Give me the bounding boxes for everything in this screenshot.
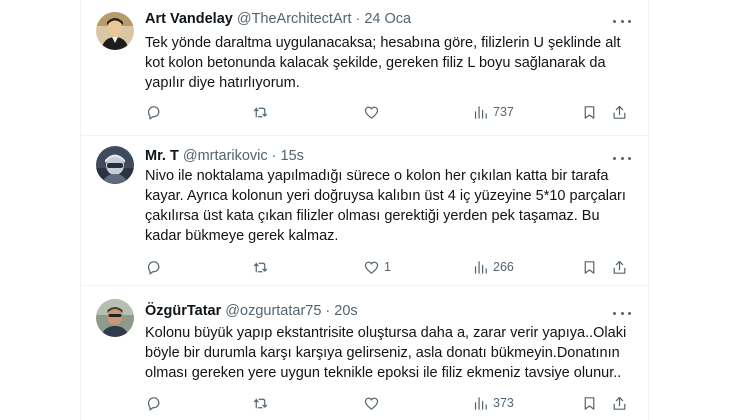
views-button[interactable]: 373 xyxy=(472,393,514,413)
retweet-button[interactable] xyxy=(252,257,269,277)
more-icon[interactable] xyxy=(613,306,631,320)
timestamp[interactable]: 15s xyxy=(281,148,304,164)
retweet-icon xyxy=(253,107,268,117)
reply-button[interactable] xyxy=(145,102,162,122)
view-count: 266 xyxy=(493,260,514,274)
view-count: 373 xyxy=(493,396,514,410)
reply-button[interactable] xyxy=(145,257,162,277)
like-button[interactable] xyxy=(363,102,384,122)
view-count: 737 xyxy=(493,105,514,119)
user-handle[interactable]: @TheArchitectArt xyxy=(237,11,352,27)
avatar[interactable] xyxy=(96,299,134,337)
tweet[interactable]: ÖzgürTatar @ozgurtatar75 · 20s Kolonu bü… xyxy=(81,286,648,420)
person-avatar-icon xyxy=(96,299,134,337)
tweet-text-line: kayar. Ayrıca kolonun yeri doğruysa kalı… xyxy=(145,188,626,204)
share-icon xyxy=(613,396,626,410)
separator: · xyxy=(271,148,277,164)
man-avatar-icon xyxy=(96,12,134,50)
avatar[interactable] xyxy=(96,146,134,184)
timestamp[interactable]: 24 Oca xyxy=(364,11,411,27)
bookmark-button[interactable] xyxy=(581,393,598,413)
display-name[interactable]: Art Vandelay xyxy=(145,11,233,27)
retweet-button[interactable] xyxy=(252,393,269,413)
bookmark-button[interactable] xyxy=(581,102,598,122)
tweet[interactable]: Art Vandelay @TheArchitectArt · 24 Oca T… xyxy=(81,0,648,135)
like-count: 1 xyxy=(384,260,391,274)
share-icon xyxy=(613,105,626,119)
retweet-button[interactable] xyxy=(252,102,269,122)
avatar[interactable] xyxy=(96,12,134,50)
share-button[interactable] xyxy=(611,257,628,277)
views-icon xyxy=(474,260,487,274)
tweet[interactable]: Mr. T @mrtarikovic · 15s Nivo ile noktal… xyxy=(81,136,648,285)
tweet-text-line: çakılırsa üst kata çıkan filizler olması… xyxy=(145,208,600,224)
timestamp[interactable]: 20s xyxy=(334,303,357,319)
heart-icon xyxy=(364,106,379,119)
reply-icon xyxy=(147,105,160,119)
tweet-text-line: böyle bir durumla karşı karşıya gelirsen… xyxy=(145,345,620,361)
retweet-icon xyxy=(253,262,268,272)
share-button[interactable] xyxy=(611,393,628,413)
tweet-text-line: yapılır diye hatırlıyorum. xyxy=(145,75,300,91)
tweet-header: ÖzgürTatar @ozgurtatar75 · 20s xyxy=(145,303,358,319)
heart-icon xyxy=(364,397,379,410)
more-icon[interactable] xyxy=(613,14,631,28)
display-name[interactable]: ÖzgürTatar xyxy=(145,303,221,319)
views-button[interactable]: 737 xyxy=(472,102,514,122)
tweet-text-line: Tek yönde daraltma uygulanacaksa; hesabı… xyxy=(145,35,621,51)
bookmark-button[interactable] xyxy=(581,257,598,277)
bookmark-icon xyxy=(584,396,595,410)
tweet-feed: Art Vandelay @TheArchitectArt · 24 Oca T… xyxy=(0,0,730,420)
more-icon[interactable] xyxy=(613,151,631,165)
tweet-text: Kolonu büyük yapıp ekstantrisite oluştur… xyxy=(145,323,637,383)
display-name[interactable]: Mr. T xyxy=(145,148,179,164)
tweet-text: Nivo ile noktalama yapılmadığı sürece o … xyxy=(145,166,637,246)
tweet-header: Art Vandelay @TheArchitectArt · 24 Oca xyxy=(145,11,411,27)
tweet-text: Tek yönde daraltma uygulanacaksa; hesabı… xyxy=(145,33,637,93)
reply-icon xyxy=(147,260,160,274)
user-handle[interactable]: @mrtarikovic xyxy=(183,148,268,164)
tweet-text-line: kadar bükmeye gerek kalmaz. xyxy=(145,228,339,244)
like-button[interactable] xyxy=(363,393,384,413)
heart-icon xyxy=(364,261,379,274)
share-button[interactable] xyxy=(611,102,628,122)
bookmark-icon xyxy=(584,260,595,274)
retweet-icon xyxy=(253,398,268,408)
tweet-header: Mr. T @mrtarikovic · 15s xyxy=(145,148,304,164)
helmet-avatar-icon xyxy=(96,146,134,184)
feed-right-border xyxy=(648,0,649,420)
views-button[interactable]: 266 xyxy=(472,257,514,277)
tweet-text-line: Nivo ile noktalama yapılmadığı sürece o … xyxy=(145,168,609,184)
user-handle[interactable]: @ozgurtatar75 xyxy=(225,303,321,319)
separator: · xyxy=(355,11,361,27)
reply-button[interactable] xyxy=(145,393,162,413)
reply-icon xyxy=(147,396,160,410)
tweet-text-line: kot kolon betonunda kalacak şekilde, ger… xyxy=(145,55,606,71)
tweet-actions: 1 266 xyxy=(145,257,635,277)
like-button[interactable]: 1 xyxy=(363,257,391,277)
tweet-actions: 737 xyxy=(145,102,635,122)
separator: · xyxy=(325,303,331,319)
tweet-actions: 373 xyxy=(145,393,635,413)
bookmark-icon xyxy=(584,105,595,119)
tweet-text-line: olması gereken yere uygun teknikle epoks… xyxy=(145,365,622,381)
tweet-text-line: Kolonu büyük yapıp ekstantrisite oluştur… xyxy=(145,325,627,341)
views-icon xyxy=(474,396,487,410)
views-icon xyxy=(474,105,487,119)
share-icon xyxy=(613,260,626,274)
